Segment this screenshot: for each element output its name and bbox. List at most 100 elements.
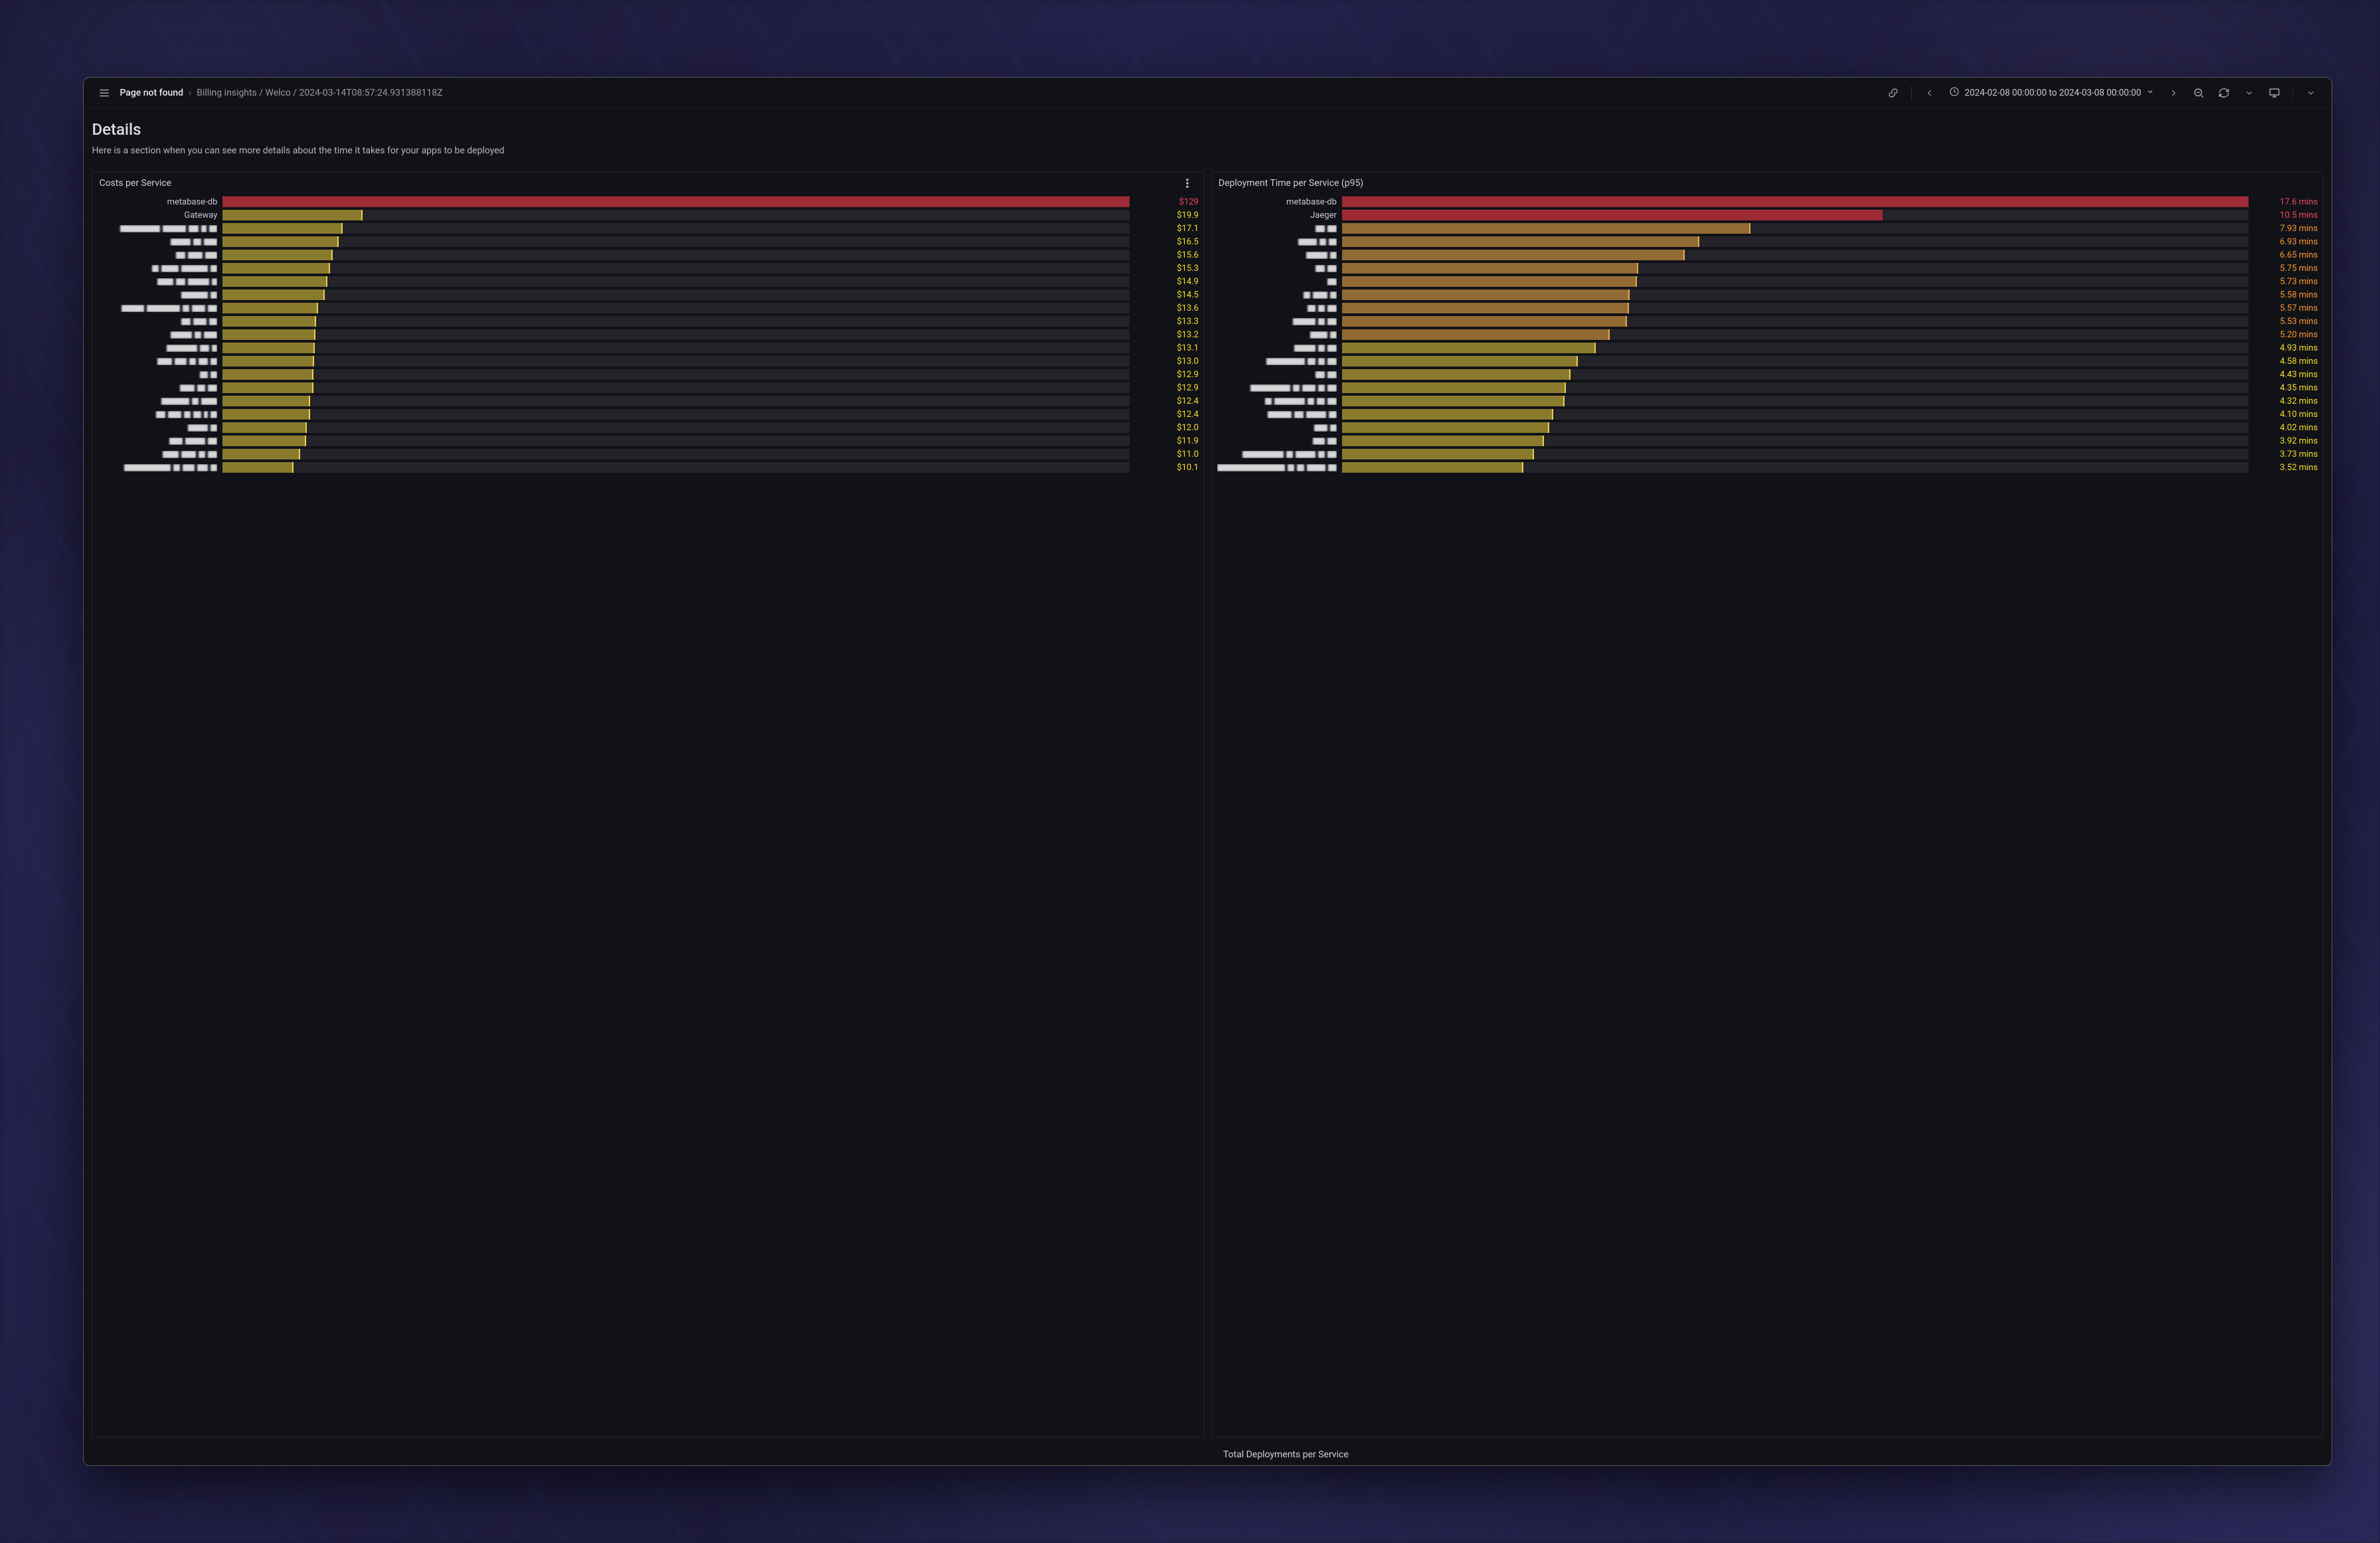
bar-label <box>1217 345 1337 352</box>
bar-fill <box>1342 210 1883 220</box>
bar-row[interactable]: 5.73 mins <box>1217 275 2318 288</box>
redacted-text <box>208 305 217 312</box>
bar-row[interactable]: $13.0 <box>98 355 1198 368</box>
bar-row[interactable]: $13.6 <box>98 301 1198 315</box>
time-next-button[interactable] <box>2164 83 2183 103</box>
bar-row[interactable]: $10.1 <box>98 461 1198 474</box>
redacted-text <box>188 252 203 259</box>
bar-row[interactable]: 7.93 mins <box>1217 222 2318 235</box>
redacted-text <box>211 265 217 272</box>
bar-row[interactable]: $11.0 <box>98 447 1198 461</box>
bar-row[interactable]: 4.58 mins <box>1217 355 2318 368</box>
bar-fill <box>1342 223 1750 234</box>
panel-menu-icon[interactable] <box>1177 173 1197 193</box>
bar-row[interactable]: $16.5 <box>98 235 1198 248</box>
bar-row[interactable]: 5.53 mins <box>1217 315 2318 328</box>
bar-row[interactable]: $12.0 <box>98 421 1198 434</box>
bar-track <box>1342 210 2249 220</box>
redacted-text <box>199 358 208 365</box>
bar-track <box>1342 436 2249 446</box>
time-prev-button[interactable] <box>1920 83 1940 103</box>
bar-value: $14.9 <box>1135 277 1199 287</box>
bar-row[interactable]: 4.32 mins <box>1217 394 2318 408</box>
bar-row[interactable]: $11.9 <box>98 434 1198 447</box>
bar-track <box>222 462 1129 473</box>
redacted-text <box>189 225 199 232</box>
bar-track <box>222 197 1129 207</box>
bar-row[interactable]: 4.35 mins <box>1217 381 2318 394</box>
bar-row[interactable]: 4.02 mins <box>1217 421 2318 434</box>
bar-row[interactable]: $14.9 <box>98 275 1198 288</box>
bar-fill <box>222 396 309 406</box>
bar-row[interactable]: Jaeger10.5 mins <box>1217 208 2318 222</box>
bar-row[interactable]: $13.2 <box>98 328 1198 341</box>
bar-row[interactable]: $17.1 <box>98 222 1198 235</box>
bar-row[interactable]: 5.58 mins <box>1217 288 2318 301</box>
bar-row[interactable]: 4.93 mins <box>1217 341 2318 355</box>
bar-row[interactable]: $12.4 <box>98 408 1198 421</box>
bar-row[interactable]: 5.20 mins <box>1217 328 2318 341</box>
bar-row[interactable]: $15.6 <box>98 248 1198 262</box>
bar-row[interactable]: 6.93 mins <box>1217 235 2318 248</box>
redacted-text <box>180 384 195 392</box>
redacted-text <box>1319 238 1326 246</box>
bar-row[interactable]: $14.5 <box>98 288 1198 301</box>
redacted-text <box>1318 451 1325 458</box>
bar-value: 10.5 mins <box>2254 210 2318 220</box>
redacted-text <box>176 252 185 259</box>
bar-row[interactable]: $12.4 <box>98 394 1198 408</box>
bar-fill <box>1342 369 1571 380</box>
time-range-picker[interactable]: 2024-02-08 00:00:00 to 2024-03-08 00:00:… <box>1945 83 2159 103</box>
bar-label <box>1217 358 1337 365</box>
redacted-text <box>181 291 208 299</box>
bar-label <box>98 398 217 405</box>
bar-value: $12.9 <box>1135 370 1199 380</box>
refresh-icon[interactable] <box>2214 83 2234 103</box>
bar-track <box>1342 356 2249 366</box>
bar-label <box>98 424 217 432</box>
bar-label <box>98 291 217 299</box>
bar-chart: metabase-db17.6 minsJaeger10.5 mins7.93 … <box>1212 194 2323 1437</box>
bar-row[interactable]: 6.65 mins <box>1217 248 2318 262</box>
breadcrumb-title[interactable]: Page not found <box>120 88 183 98</box>
bar-row[interactable]: metabase-db17.6 mins <box>1217 195 2318 208</box>
redacted-text <box>1308 305 1316 312</box>
bar-value: 4.35 mins <box>2254 383 2318 393</box>
bar-row[interactable]: $13.1 <box>98 341 1198 355</box>
bar-row[interactable]: 5.57 mins <box>1217 301 2318 315</box>
redacted-text <box>184 411 191 418</box>
bar-fill <box>1342 356 1578 366</box>
bar-row[interactable]: Gateway$19.9 <box>98 208 1198 222</box>
bar-row[interactable]: $12.9 <box>98 381 1198 394</box>
breadcrumb-path[interactable]: Billing insights / Welco / 2024-03-14T08… <box>197 88 442 98</box>
bar-value: 4.43 mins <box>2254 370 2318 380</box>
bar-row[interactable]: 4.10 mins <box>1217 408 2318 421</box>
bar-row[interactable]: 5.75 mins <box>1217 262 2318 275</box>
share-link-icon[interactable] <box>1883 83 1903 103</box>
refresh-menu-icon[interactable] <box>2239 83 2259 103</box>
redacted-text <box>193 411 201 418</box>
zoom-out-icon[interactable] <box>2189 83 2209 103</box>
bar-value: $10.1 <box>1135 463 1199 473</box>
menu-icon[interactable] <box>94 83 114 103</box>
bar-fill <box>1342 289 1630 300</box>
bar-row[interactable]: $15.3 <box>98 262 1198 275</box>
bar-row[interactable]: metabase-db$129 <box>98 195 1198 208</box>
panel-menu-icon[interactable] <box>2301 83 2321 103</box>
bar-row[interactable]: $13.3 <box>98 315 1198 328</box>
redacted-text <box>1327 398 1337 405</box>
redacted-text <box>1294 345 1316 352</box>
bar-row[interactable]: 3.52 mins <box>1217 461 2318 474</box>
panel-title: Costs per Service <box>99 178 171 189</box>
bar-row[interactable]: 4.43 mins <box>1217 368 2318 381</box>
bar-row[interactable]: $12.9 <box>98 368 1198 381</box>
bar-row[interactable]: 3.92 mins <box>1217 434 2318 447</box>
redacted-text <box>152 265 159 272</box>
redacted-text <box>192 305 205 312</box>
bar-row[interactable]: 3.73 mins <box>1217 447 2318 461</box>
monitor-icon[interactable] <box>2264 83 2284 103</box>
redacted-text <box>1313 291 1327 299</box>
redacted-text <box>197 464 208 471</box>
page-description: Here is a section when you can see more … <box>92 145 2324 156</box>
redacted-text <box>1327 345 1337 352</box>
